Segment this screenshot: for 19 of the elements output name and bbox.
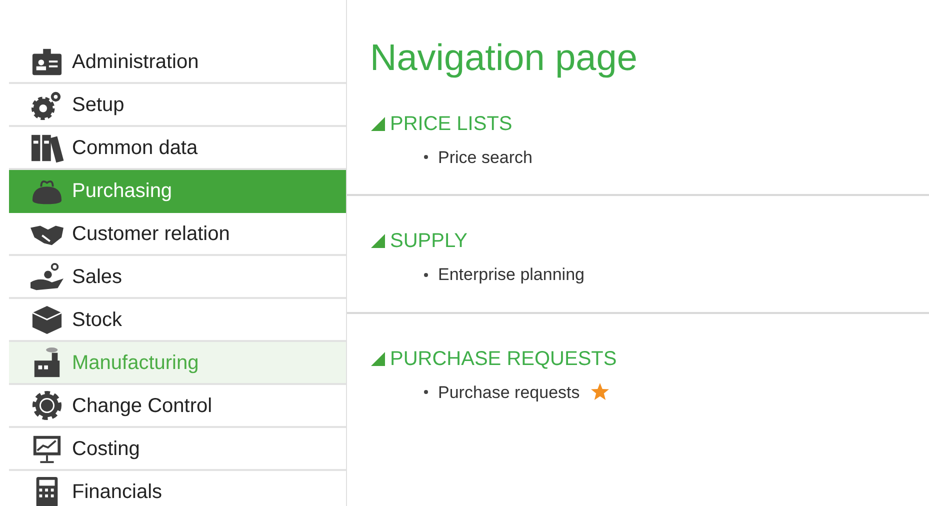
collapse-icon bbox=[370, 116, 386, 132]
sidebar-item[interactable]: Customer relation bbox=[9, 213, 346, 256]
sidebar-item[interactable]: Change Control bbox=[9, 385, 346, 428]
sidebar-item[interactable]: Setup bbox=[9, 84, 346, 127]
page-link[interactable]: Purchase requests bbox=[438, 380, 580, 406]
sidebar-item[interactable]: Sales bbox=[9, 256, 346, 299]
page-title: Navigation page bbox=[369, 36, 638, 79]
collapse-icon bbox=[370, 350, 386, 367]
page-link[interactable]: Enterprise planning bbox=[438, 262, 584, 288]
bullet-icon bbox=[424, 390, 428, 394]
bullet-icon bbox=[424, 155, 428, 160]
sidebar-item[interactable]: Administration bbox=[9, 41, 346, 84]
page-link[interactable]: Price search bbox=[438, 144, 532, 170]
collapse-icon bbox=[370, 233, 386, 250]
sidebar-item[interactable]: Costing bbox=[9, 428, 346, 471]
bullet-icon bbox=[424, 272, 428, 277]
sidebar-item[interactable]: Financials bbox=[9, 471, 346, 506]
hand-coin-icon bbox=[28, 260, 66, 292]
star-icon[interactable] bbox=[590, 382, 610, 402]
